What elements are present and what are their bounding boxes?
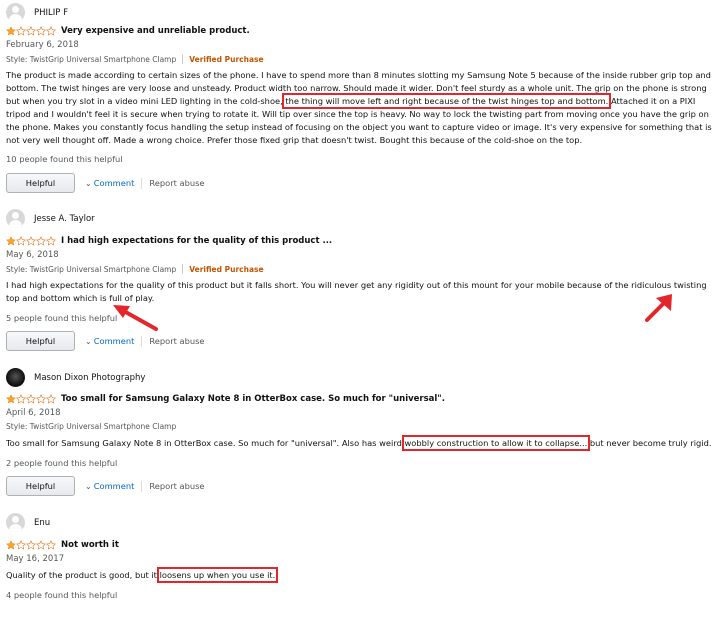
star-empty-icon bbox=[26, 236, 36, 246]
body-text: I had high expectations for the quality … bbox=[6, 280, 707, 303]
helpful-count: 2 people found this helpful bbox=[6, 458, 118, 468]
review-title[interactable]: Very expensive and unreliable product. bbox=[61, 26, 250, 36]
review-meta: Style: TwistGrip Universal Smartphone Cl… bbox=[6, 422, 176, 431]
comment-label: Comment bbox=[93, 481, 135, 491]
star-empty-icon bbox=[46, 26, 56, 36]
highlighted-text: wobbly construction to allow it to colla… bbox=[401, 435, 591, 451]
review-author: PHILIP F bbox=[6, 3, 68, 22]
annotation-arrow-icon bbox=[645, 294, 672, 322]
review-date: February 6, 2018 bbox=[6, 40, 79, 50]
star-rating[interactable] bbox=[6, 394, 56, 404]
annotation-arrow-icon bbox=[113, 305, 158, 331]
author-name[interactable]: PHILIP F bbox=[34, 8, 68, 18]
review-body: Too small for Samsung Galaxy Note 8 in O… bbox=[6, 435, 712, 451]
review-body: The product is made according to certain… bbox=[6, 69, 712, 147]
review-title[interactable]: Too small for Samsung Galaxy Note 8 in O… bbox=[61, 394, 445, 404]
star-rating[interactable] bbox=[6, 236, 56, 246]
chevron-down-icon: ⌄ bbox=[85, 336, 92, 346]
review-meta: Style: TwistGrip Universal Smartphone Cl… bbox=[6, 54, 264, 64]
helpful-button[interactable]: Helpful bbox=[6, 476, 75, 496]
review-title-row: I had high expectations for the quality … bbox=[6, 236, 332, 246]
highlighted-text: loosens up when you use it. bbox=[156, 567, 279, 583]
review-actions: Helpful ⌄ Comment Report abuse bbox=[6, 476, 205, 496]
body-text: Quality of the product is good, but it bbox=[6, 570, 160, 580]
comment-link[interactable]: ⌄ Comment bbox=[85, 336, 134, 346]
review-title-row: Too small for Samsung Galaxy Note 8 in O… bbox=[6, 394, 445, 404]
helpful-count: 5 people found this helpful bbox=[6, 313, 118, 323]
star-empty-icon bbox=[26, 394, 36, 404]
review-meta: Style: TwistGrip Universal Smartphone Cl… bbox=[6, 264, 264, 274]
review-actions: Helpful ⌄ Comment Report abuse bbox=[6, 331, 205, 351]
avatar bbox=[6, 209, 25, 228]
star-filled-icon bbox=[6, 540, 16, 550]
star-rating[interactable] bbox=[6, 26, 56, 36]
helpful-button[interactable]: Helpful bbox=[6, 331, 75, 351]
helpful-button[interactable]: Helpful bbox=[6, 173, 75, 193]
helpful-count: 10 people found this helpful bbox=[6, 154, 123, 164]
highlighted-text: the thing will move left and right becau… bbox=[282, 93, 612, 109]
review-body: Quality of the product is good, but it l… bbox=[6, 567, 712, 583]
verified-badge: Verified Purchase bbox=[189, 54, 264, 64]
review-date: April 6, 2018 bbox=[6, 408, 61, 418]
avatar bbox=[6, 368, 25, 387]
star-empty-icon bbox=[46, 236, 56, 246]
divider bbox=[182, 54, 184, 64]
star-empty-icon bbox=[36, 540, 46, 550]
divider bbox=[141, 480, 143, 492]
star-empty-icon bbox=[46, 394, 56, 404]
chevron-down-icon: ⌄ bbox=[85, 481, 92, 491]
comment-link[interactable]: ⌄ Comment bbox=[85, 178, 134, 188]
report-abuse-link[interactable]: Report abuse bbox=[149, 481, 204, 491]
star-empty-icon bbox=[36, 26, 46, 36]
review-author: Enu bbox=[6, 513, 50, 532]
author-name[interactable]: Enu bbox=[34, 518, 50, 528]
report-abuse-link[interactable]: Report abuse bbox=[149, 178, 204, 188]
star-rating[interactable] bbox=[6, 540, 56, 550]
star-empty-icon bbox=[16, 26, 26, 36]
star-empty-icon bbox=[26, 540, 36, 550]
review-date: May 6, 2018 bbox=[6, 250, 59, 260]
product-style[interactable]: Style: TwistGrip Universal Smartphone Cl… bbox=[6, 422, 176, 431]
review-date: May 16, 2017 bbox=[6, 554, 65, 564]
review-title[interactable]: I had high expectations for the quality … bbox=[61, 236, 332, 246]
review-title-row: Not worth it bbox=[6, 540, 119, 550]
star-empty-icon bbox=[36, 394, 46, 404]
helpful-count: 4 people found this helpful bbox=[6, 590, 118, 600]
star-empty-icon bbox=[16, 236, 26, 246]
star-empty-icon bbox=[16, 394, 26, 404]
review-title[interactable]: Not worth it bbox=[61, 540, 119, 550]
chevron-down-icon: ⌄ bbox=[85, 178, 92, 188]
product-style[interactable]: Style: TwistGrip Universal Smartphone Cl… bbox=[6, 265, 176, 274]
report-abuse-link[interactable]: Report abuse bbox=[149, 336, 204, 346]
star-filled-icon bbox=[6, 26, 16, 36]
verified-badge: Verified Purchase bbox=[189, 264, 264, 274]
comment-label: Comment bbox=[93, 336, 135, 346]
review-author: Jesse A. Taylor bbox=[6, 209, 95, 228]
comment-link[interactable]: ⌄ Comment bbox=[85, 481, 134, 491]
divider bbox=[141, 335, 143, 347]
avatar bbox=[6, 3, 25, 22]
divider bbox=[182, 264, 184, 274]
star-filled-icon bbox=[6, 236, 16, 246]
product-style[interactable]: Style: TwistGrip Universal Smartphone Cl… bbox=[6, 55, 176, 64]
star-empty-icon bbox=[46, 540, 56, 550]
star-filled-icon bbox=[6, 394, 16, 404]
star-empty-icon bbox=[26, 26, 36, 36]
comment-label: Comment bbox=[93, 178, 135, 188]
review-actions: Helpful ⌄ Comment Report abuse bbox=[6, 173, 205, 193]
review-title-row: Very expensive and unreliable product. bbox=[6, 26, 250, 36]
body-text: but never become truly rigid. bbox=[587, 438, 712, 448]
star-empty-icon bbox=[36, 236, 46, 246]
avatar bbox=[6, 513, 25, 532]
body-text: Too small for Samsung Galaxy Note 8 in O… bbox=[6, 438, 405, 448]
review-author: Mason Dixon Photography bbox=[6, 368, 145, 387]
divider bbox=[141, 177, 143, 189]
review-body: I had high expectations for the quality … bbox=[6, 279, 712, 305]
author-name[interactable]: Jesse A. Taylor bbox=[34, 214, 95, 224]
star-empty-icon bbox=[16, 540, 26, 550]
author-name[interactable]: Mason Dixon Photography bbox=[34, 373, 145, 383]
